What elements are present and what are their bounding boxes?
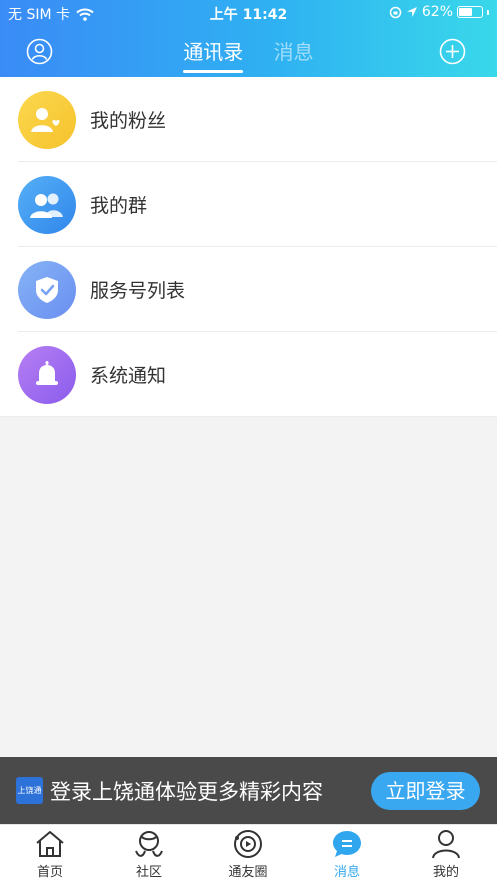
list-item-label: 系统通知 (90, 365, 167, 387)
list-item-label: 服务号列表 (90, 280, 186, 302)
list-item-system-notice[interactable]: 系统通知 (0, 332, 497, 417)
profile-icon (432, 830, 460, 859)
app-logo: 上饶通 (16, 777, 43, 804)
location-icon (406, 7, 417, 17)
tab-messages[interactable]: 消息 (274, 36, 314, 65)
tab-contacts[interactable]: 通讯录 (183, 36, 244, 73)
contacts-list: 我的粉丝 我的群 服务号列表 系统通知 (0, 77, 497, 417)
moments-icon (234, 830, 262, 858)
tabbar-label: 我的 (432, 865, 459, 880)
header: 无 SIM 卡 上午 11:42 62% 通讯录 消息 (0, 0, 497, 77)
fans-icon (18, 90, 76, 149)
tabbar-label: 消息 (333, 865, 360, 880)
bell-icon (18, 345, 76, 404)
tabbar-item-home[interactable]: 首页 (10, 829, 90, 880)
battery-percent: 62% (421, 4, 453, 20)
tabbar-label: 首页 (36, 865, 63, 880)
group-icon (18, 175, 76, 234)
tabbar-item-community[interactable]: 社区 (109, 829, 189, 880)
community-icon (135, 831, 163, 857)
tab-underline (183, 70, 244, 73)
login-button[interactable]: 立即登录 (371, 772, 480, 810)
orientation-lock-icon (389, 6, 402, 18)
message-icon (333, 831, 361, 857)
nav-bar: 通讯录 消息 (0, 26, 497, 77)
tabbar-item-moments[interactable]: 通友圈 (208, 829, 288, 880)
list-item-groups[interactable]: 我的群 (0, 162, 497, 247)
list-item-service-accounts[interactable]: 服务号列表 (0, 247, 497, 332)
tabbar-label: 通友圈 (228, 865, 268, 880)
login-banner: 上饶通 登录上饶通体验更多精彩内容 立即登录 (0, 757, 497, 824)
status-bar: 无 SIM 卡 上午 11:42 62% (0, 0, 497, 26)
list-item-label: 我的群 (90, 195, 148, 217)
shield-check-icon (18, 260, 76, 319)
add-icon[interactable] (439, 38, 466, 65)
banner-text: 登录上饶通体验更多精彩内容 (50, 780, 323, 804)
tabbar-item-messages[interactable]: 消息 (307, 829, 387, 880)
divider (0, 416, 497, 417)
battery-icon (457, 6, 483, 18)
top-tabs: 通讯录 消息 (0, 36, 497, 73)
home-icon (36, 831, 64, 857)
tabbar-item-profile[interactable]: 我的 (406, 829, 486, 880)
bottom-tab-bar: 首页 社区 通友圈 消息 我的 (0, 824, 497, 883)
list-item-label: 我的粉丝 (90, 110, 167, 132)
list-item-fans[interactable]: 我的粉丝 (0, 77, 497, 162)
tabbar-label: 社区 (135, 865, 162, 880)
